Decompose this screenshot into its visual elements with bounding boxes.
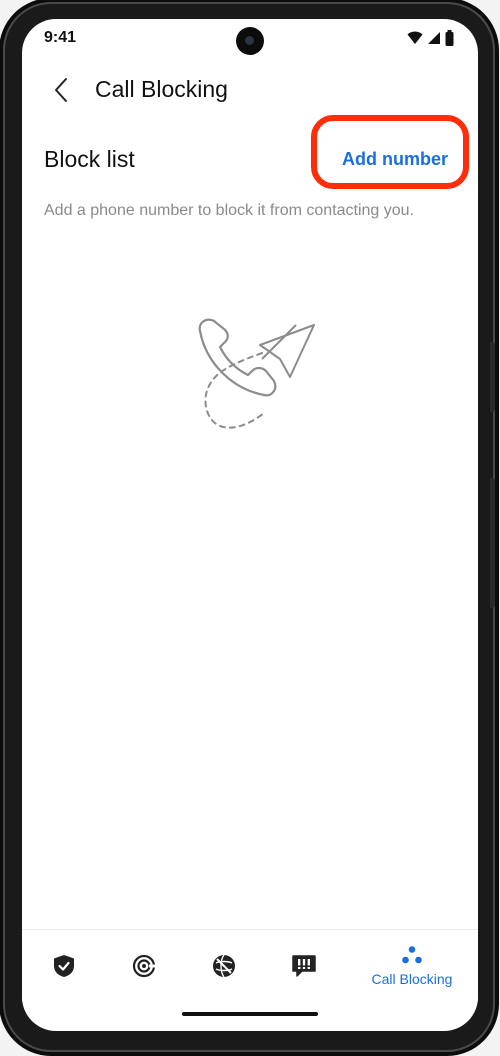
front-camera — [236, 27, 264, 55]
screen: 9:41 Call Blocking Block list Add number… — [22, 19, 478, 1031]
target-icon — [132, 954, 156, 978]
nav-item-call-blocking[interactable]: Call Blocking — [362, 930, 462, 1002]
status-time: 9:41 — [44, 29, 77, 46]
power-button — [490, 478, 495, 608]
phone-frame: 9:41 Call Blocking Block list Add number… — [3, 2, 495, 1052]
chevron-left-icon — [55, 78, 67, 102]
dots-icon — [402, 946, 422, 964]
page-title: Call Blocking — [95, 76, 228, 102]
back-button[interactable] — [46, 73, 76, 107]
status-bar: 9:41 — [22, 19, 478, 59]
status-icons — [407, 30, 454, 46]
nav-item-protection[interactable] — [44, 930, 84, 1002]
nav-item-target[interactable] — [124, 930, 164, 1002]
battery-icon — [445, 30, 454, 46]
block-list-title: Block list — [44, 146, 135, 172]
nav-label-call-blocking: Call Blocking — [371, 971, 453, 987]
nav-item-web-protection[interactable] — [204, 930, 244, 1002]
nav-item-message-alerts[interactable] — [284, 930, 324, 1002]
bottom-navigation: Call Blocking — [22, 929, 478, 1002]
globe-slash-icon — [213, 954, 235, 978]
add-number-button[interactable]: Add number — [342, 149, 448, 170]
cellular-signal-icon — [428, 32, 440, 44]
shield-check-icon — [54, 955, 74, 977]
message-alert-icon — [292, 955, 316, 977]
home-indicator[interactable] — [182, 1012, 318, 1016]
phone-with-paper-plane-illustration — [198, 318, 315, 429]
app-bar: Call Blocking — [22, 67, 478, 111]
volume-button — [490, 342, 495, 412]
block-list-description: Add a phone number to block it from cont… — [44, 202, 414, 219]
wifi-icon — [407, 31, 423, 44]
